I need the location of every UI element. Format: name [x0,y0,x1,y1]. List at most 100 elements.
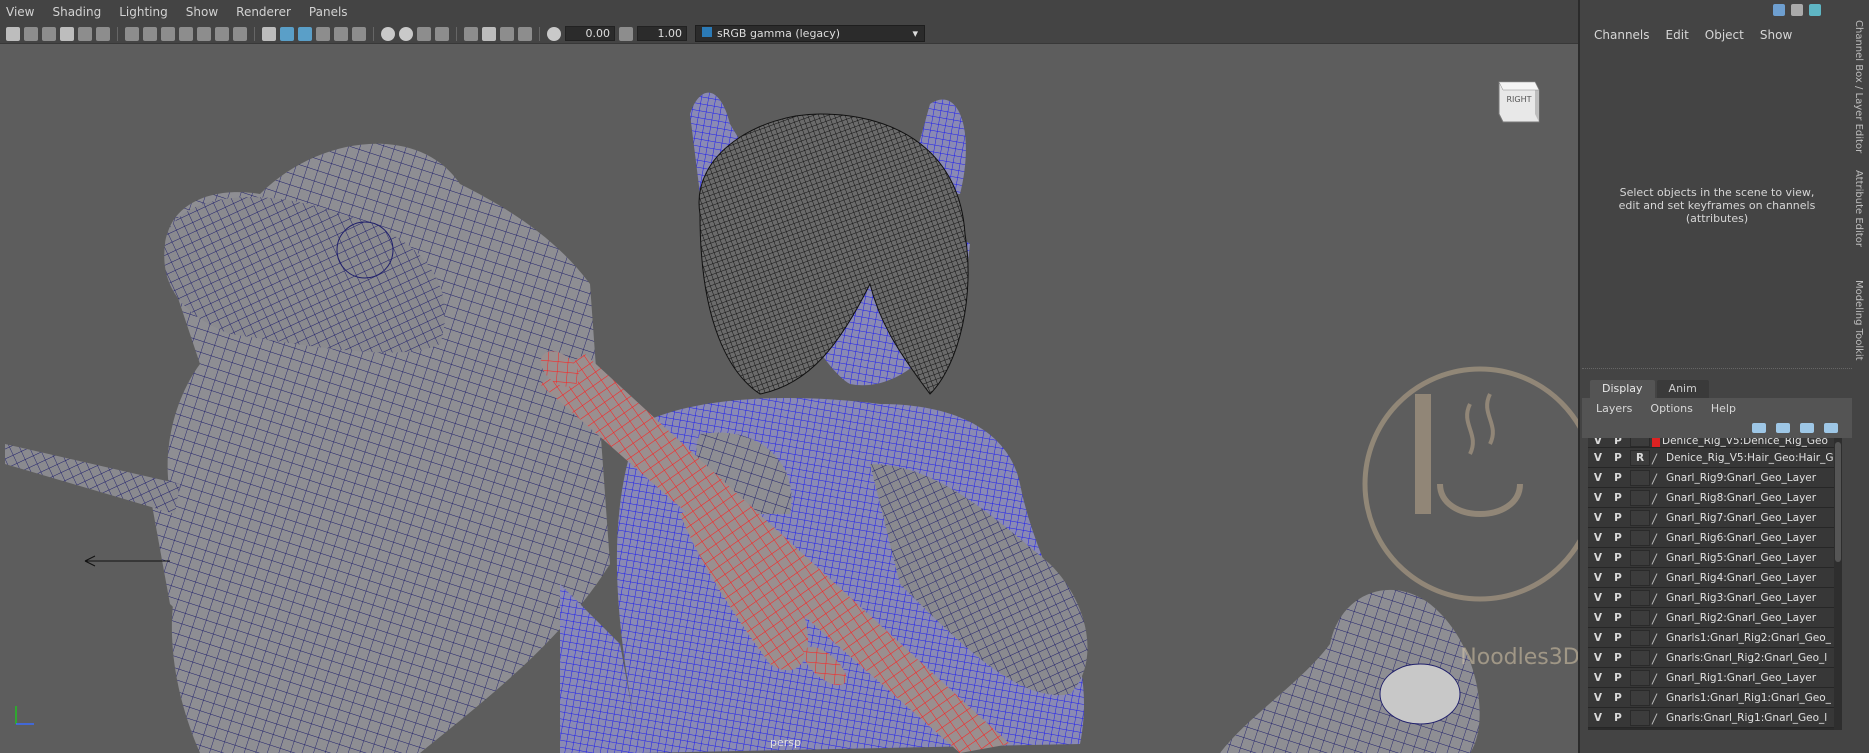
layer-name[interactable]: Gnarl_Rig8:Gnarl_Geo_Layer [1666,492,1842,504]
layer-row[interactable]: V P Gnarls1:Gnarl_Rig2:Gnarl_Geo_ [1588,628,1842,648]
layer-row[interactable]: V P Gnarl_Rig5:Gnarl_Geo_Layer [1588,548,1842,568]
tab-display[interactable]: Display [1590,380,1655,398]
layer-reference-toggle[interactable] [1630,669,1650,686]
menu-help[interactable]: Help [1711,402,1736,415]
scrollbar-thumb[interactable] [1835,442,1841,562]
grid-icon[interactable] [125,26,139,41]
bookmark-icon[interactable] [42,26,56,41]
layer-name[interactable]: Gnarl_Rig1:Gnarl_Geo_Layer [1666,672,1842,684]
gamma-icon[interactable] [619,26,633,41]
wireframe-on-shaded-icon[interactable] [298,26,312,41]
layer-visibility-toggle[interactable]: V [1588,492,1608,504]
layer-name[interactable]: Gnarl_Rig2:Gnarl_Geo_Layer [1666,612,1842,624]
layer-row[interactable]: V P R Denice_Rig_V5:Hair_Geo:Hair_Geo [1588,448,1842,468]
menu-show[interactable]: Show [186,5,218,19]
layer-name[interactable]: Denice_Rig_V5:Hair_Geo:Hair_Geo [1666,452,1842,464]
layer-playback-toggle[interactable]: P [1608,712,1628,724]
layer-visibility-toggle[interactable]: V [1588,652,1608,664]
grease-pencil-icon[interactable] [96,26,110,41]
viewport-panel[interactable]: View Shading Lighting Show Renderer Pane… [0,0,1580,753]
move-layer-up-icon[interactable] [1752,423,1766,433]
layer-reference-toggle[interactable] [1630,489,1650,506]
menu-options[interactable]: Options [1650,402,1692,415]
menu-edit[interactable]: Edit [1666,28,1689,42]
isolate-select-icon[interactable] [464,26,478,41]
2d-pan-zoom-icon[interactable] [78,26,92,41]
menu-layers[interactable]: Layers [1596,402,1632,415]
layer-playback-toggle[interactable]: P [1608,652,1628,664]
xray-components-icon[interactable] [518,26,532,41]
layer-visibility-toggle[interactable]: V [1588,632,1608,644]
layer-row[interactable]: V P Gnarl_Rig7:Gnarl_Geo_Layer [1588,508,1842,528]
layer-reference-toggle[interactable] [1630,569,1650,586]
screen-space-ao-icon[interactable] [381,26,395,41]
exposure-icon[interactable] [547,26,561,41]
layer-visibility-toggle[interactable]: V [1588,552,1608,564]
layer-visibility-toggle[interactable]: V [1588,512,1608,524]
menu-lighting[interactable]: Lighting [119,5,168,19]
layer-playback-toggle[interactable]: P [1608,692,1628,704]
layer-color-swatch[interactable] [1652,438,1660,447]
layer-playback-toggle[interactable]: P [1608,552,1628,564]
layer-row[interactable]: V P Gnarl_Rig2:Gnarl_Geo_Layer [1588,608,1842,628]
layer-visibility-toggle[interactable]: V [1588,532,1608,544]
layer-name[interactable]: Gnarls1:Gnarl_Rig1:Gnarl_Geo_ [1666,692,1842,704]
layer-name[interactable]: Gnarl_Rig9:Gnarl_Geo_Layer [1666,472,1842,484]
layer-reference-toggle[interactable] [1630,649,1650,666]
new-layer-from-selection-icon[interactable] [1824,423,1838,433]
layer-name[interactable]: Gnarl_Rig6:Gnarl_Geo_Layer [1666,532,1842,544]
menu-renderer[interactable]: Renderer [236,5,291,19]
exposure-field[interactable] [565,26,615,41]
layer-name[interactable]: Gnarls:Gnarl_Rig1:Gnarl_Geo_l [1666,712,1842,724]
layer-visibility-toggle[interactable]: V [1588,572,1608,584]
layer-name[interactable]: Gnarl_Rig7:Gnarl_Geo_Layer [1666,512,1842,524]
viewcube[interactable]: RIGHT [1495,72,1543,124]
use-all-lights-icon[interactable] [334,26,348,41]
layer-playback-toggle[interactable]: P [1608,632,1628,644]
layer-reference-toggle[interactable] [1630,469,1650,486]
layer-row[interactable]: V P Gnarls1:Gnarl_Rig1:Gnarl_Geo_ [1588,688,1842,708]
layer-visibility-toggle[interactable]: V [1588,712,1608,724]
menu-show-channels[interactable]: Show [1760,28,1792,42]
layer-playback-toggle[interactable]: P [1608,572,1628,584]
tab-channel-box-layer-editor[interactable]: Channel Box / Layer Editor [1853,20,1864,153]
tab-attribute-editor[interactable]: Attribute Editor [1853,170,1864,247]
camera-select-icon[interactable] [6,26,20,41]
layer-visibility-toggle[interactable]: V [1588,438,1608,447]
menu-panels[interactable]: Panels [309,5,348,19]
layer-visibility-toggle[interactable]: V [1588,452,1608,464]
safe-action-icon[interactable] [215,26,229,41]
layer-playback-toggle[interactable]: P [1608,438,1628,447]
camera-attributes-icon[interactable] [24,26,38,41]
layer-row[interactable]: V P Gnarl_Rig9:Gnarl_Geo_Layer [1588,468,1842,488]
layer-name[interactable]: Gnarls1:Gnarl_Rig2:Gnarl_Geo_ [1666,632,1842,644]
layer-playback-toggle[interactable]: P [1608,492,1628,504]
field-chart-icon[interactable] [197,26,211,41]
gnarl-character-left[interactable] [5,143,610,753]
layer-reference-toggle[interactable] [1630,609,1650,626]
layer-row[interactable]: V P Gnarl_Rig8:Gnarl_Geo_Layer [1588,488,1842,508]
layer-reference-toggle[interactable] [1630,589,1650,606]
menu-shading[interactable]: Shading [52,5,101,19]
gamma-field[interactable] [637,26,687,41]
textured-icon[interactable] [316,26,330,41]
layer-playback-toggle[interactable]: P [1608,512,1628,524]
layer-list[interactable]: V P Denice_Rig_V5:Denice_Rig_Geo V P R D… [1588,438,1842,730]
layer-row[interactable]: V P Gnarl_Rig3:Gnarl_Geo_Layer [1588,588,1842,608]
layer-visibility-toggle[interactable]: V [1588,672,1608,684]
layer-reference-toggle[interactable] [1630,549,1650,566]
layer-playback-toggle[interactable]: P [1608,532,1628,544]
layer-row[interactable]: V P Gnarl_Rig4:Gnarl_Geo_Layer [1588,568,1842,588]
tab-modeling-toolkit[interactable]: Modeling Toolkit [1853,280,1864,361]
depth-of-field-icon[interactable] [435,26,449,41]
layer-visibility-toggle[interactable]: V [1588,592,1608,604]
menu-channels[interactable]: Channels [1594,28,1650,42]
layer-reference-toggle[interactable] [1630,709,1650,726]
layer-reference-toggle[interactable] [1630,629,1650,646]
attribute-icon[interactable] [1773,4,1785,16]
layer-name[interactable]: Gnarl_Rig5:Gnarl_Geo_Layer [1666,552,1842,564]
layer-visibility-toggle[interactable]: V [1588,692,1608,704]
xray-joints-icon[interactable] [500,26,514,41]
layer-playback-toggle[interactable]: P [1608,612,1628,624]
layer-reference-toggle[interactable] [1630,689,1650,706]
